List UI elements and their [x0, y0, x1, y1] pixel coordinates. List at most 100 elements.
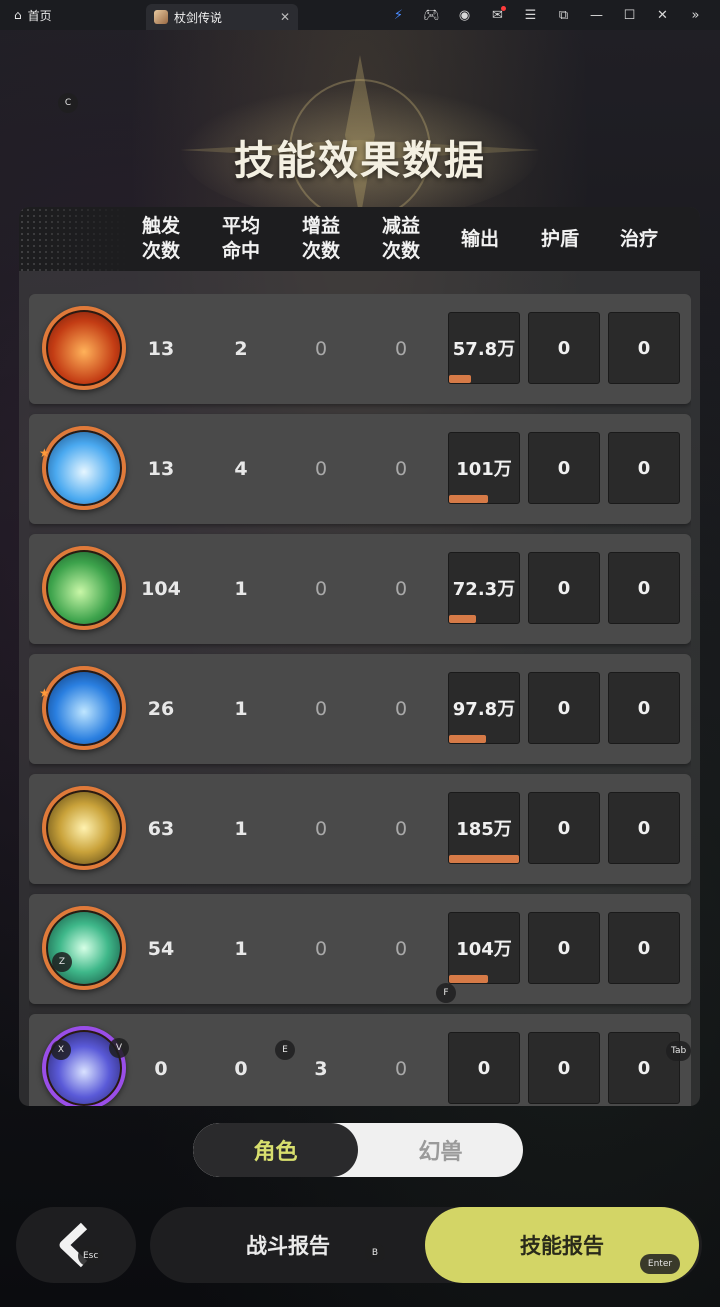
header-average-hit: 平均 命中	[221, 215, 260, 262]
account-icon[interactable]: ◉	[448, 0, 481, 30]
heal-value-box-label: 0	[637, 937, 651, 959]
home-icon: ⌂	[14, 8, 22, 22]
window-controls: ⚡ 🎮︎ ◉ ✉ ☰ ⧉ — ☐ ✕ »	[382, 0, 712, 30]
shield-value-box-label: 0	[557, 1057, 571, 1079]
game-screen: 技能效果数据 C M 触发 次数 平均 命中 增益 次数 减益 次数 输出 护盾…	[0, 30, 720, 1307]
close-tab-icon[interactable]: ✕	[280, 10, 290, 24]
average-hit-cell: 2	[234, 338, 248, 360]
home-tab[interactable]: ⌂ 首页	[0, 0, 66, 30]
gamepad-icon[interactable]: 🎮︎	[415, 0, 448, 30]
shield-value-box-label: 0	[557, 937, 571, 959]
heal-value-box-label: 0	[637, 1057, 651, 1079]
output-value-box: 101万	[448, 432, 520, 504]
key-hint-tab: Tab	[666, 1041, 692, 1061]
key-hint-esc: Esc	[78, 1246, 104, 1266]
output-value-box-label: 104万	[456, 939, 512, 960]
browser-top-bar: ⌂ 首页 杖剑传说 ✕ ⚡ 🎮︎ ◉ ✉ ☰ ⧉ — ☐ ✕ »	[0, 0, 720, 30]
boost-icon[interactable]: ⚡	[382, 0, 415, 30]
table-row: 54 1 0 0 104万 0 0	[29, 894, 691, 1004]
header-debuff-count: 减益 次数	[381, 215, 420, 262]
heal-value-box-label: 0	[637, 337, 651, 359]
key-hint-enter: Enter	[640, 1254, 680, 1274]
output-value-box-label: 0	[477, 1057, 491, 1079]
back-button[interactable]	[16, 1207, 136, 1283]
toggle-beast[interactable]: 幻兽	[358, 1123, 523, 1177]
output-value-box: 104万	[448, 912, 520, 984]
toggle-role[interactable]: 角色	[193, 1123, 358, 1177]
close-window-icon[interactable]: ✕	[646, 0, 679, 30]
debuff-count-cell: 0	[394, 1058, 408, 1080]
page-title: 技能效果数据	[234, 138, 486, 184]
shield-value-box: 0	[528, 672, 600, 744]
key-hint-e: E	[275, 1040, 295, 1060]
mail-icon[interactable]: ✉	[481, 0, 514, 30]
shield-value-box-label: 0	[557, 337, 571, 359]
role-beast-toggle[interactable]: 角色 幻兽	[193, 1123, 523, 1177]
table-row: 104 1 0 0 72.3万 0 0	[29, 534, 691, 644]
output-value-box-label: 97.8万	[452, 699, 516, 720]
output-value-box-label: 57.8万	[452, 339, 516, 360]
output-bar	[449, 495, 488, 503]
battle-report-button[interactable]: 战斗报告	[150, 1207, 426, 1283]
header-dot-pattern	[19, 207, 129, 271]
trigger-count-cell: 26	[147, 698, 175, 720]
trigger-count-cell: 104	[141, 578, 181, 600]
average-hit-cell: 1	[234, 578, 248, 600]
ice-skill-icon[interactable]	[42, 426, 126, 510]
output-value-box: 97.8万	[448, 672, 520, 744]
average-hit-cell: 1	[234, 698, 248, 720]
average-hit-cell: 4	[234, 458, 248, 480]
shield-value-box: 0	[528, 552, 600, 624]
menu-icon[interactable]: ☰	[514, 0, 547, 30]
water-skill-icon[interactable]	[42, 666, 126, 750]
heal-value-box-label: 0	[637, 577, 651, 599]
report-nav: 战斗报告 技能报告	[150, 1207, 702, 1283]
table-rows[interactable]: 13 2 0 0 57.8万 0 0 ★ 13 4 0 0 101万 0 0 104 1 0 0 72.3万 0 0 ★ 26…	[29, 294, 691, 1106]
wind-skill-icon[interactable]	[42, 546, 126, 630]
key-hint-x: X	[51, 1040, 71, 1060]
expand-sidebar-icon[interactable]: »	[679, 0, 712, 30]
header-buff-count: 增益 次数	[301, 215, 340, 262]
minimize-icon[interactable]: —	[580, 0, 613, 30]
output-value-box-label: 185万	[456, 819, 512, 840]
shield-value-box-label: 0	[557, 697, 571, 719]
table-row: 63 1 0 0 185万 0 0	[29, 774, 691, 884]
table-row: 13 2 0 0 57.8万 0 0	[29, 294, 691, 404]
debuff-count-cell: 0	[394, 698, 408, 720]
output-value-box: 72.3万	[448, 552, 520, 624]
maximize-icon[interactable]: ☐	[613, 0, 646, 30]
home-tab-label: 首页	[27, 8, 52, 23]
trigger-count-cell: 63	[147, 818, 175, 840]
key-hint-b: B	[365, 1243, 385, 1263]
shield-value-box: 0	[528, 1032, 600, 1104]
heal-value-box-label: 0	[637, 817, 651, 839]
nature-skill-icon[interactable]	[42, 906, 126, 990]
header-output: 输出	[460, 227, 499, 250]
heal-value-box: 0	[608, 552, 680, 624]
output-value-box: 185万	[448, 792, 520, 864]
debuff-count-cell: 0	[394, 938, 408, 960]
heal-value-box: 0	[608, 432, 680, 504]
shield-value-box: 0	[528, 312, 600, 384]
shield-value-box: 0	[528, 912, 600, 984]
shield-value-box: 0	[528, 432, 600, 504]
output-bar	[449, 615, 477, 623]
key-hint-c: C	[58, 93, 78, 113]
header-trigger-count: 触发 次数	[141, 215, 180, 262]
output-bar	[449, 975, 489, 983]
trigger-count-cell: 13	[147, 458, 175, 480]
popout-icon[interactable]: ⧉	[547, 0, 580, 30]
output-value-box: 0	[448, 1032, 520, 1104]
fire-skill-icon[interactable]	[42, 306, 126, 390]
buff-count-cell: 0	[314, 698, 328, 720]
trigger-count-cell: 13	[147, 338, 175, 360]
arcane-skill-icon[interactable]	[42, 1026, 126, 1106]
table-row: 0 0 3 0 0 0 0	[29, 1014, 691, 1106]
heal-value-box: 0	[608, 312, 680, 384]
key-hint-z: Z	[52, 952, 72, 972]
trigger-count-cell: 0	[154, 1058, 168, 1080]
trigger-count-cell: 54	[147, 938, 175, 960]
game-tab[interactable]: 杖剑传说 ✕	[146, 4, 298, 30]
buff-count-cell: 0	[314, 458, 328, 480]
light-skill-icon[interactable]	[42, 786, 126, 870]
